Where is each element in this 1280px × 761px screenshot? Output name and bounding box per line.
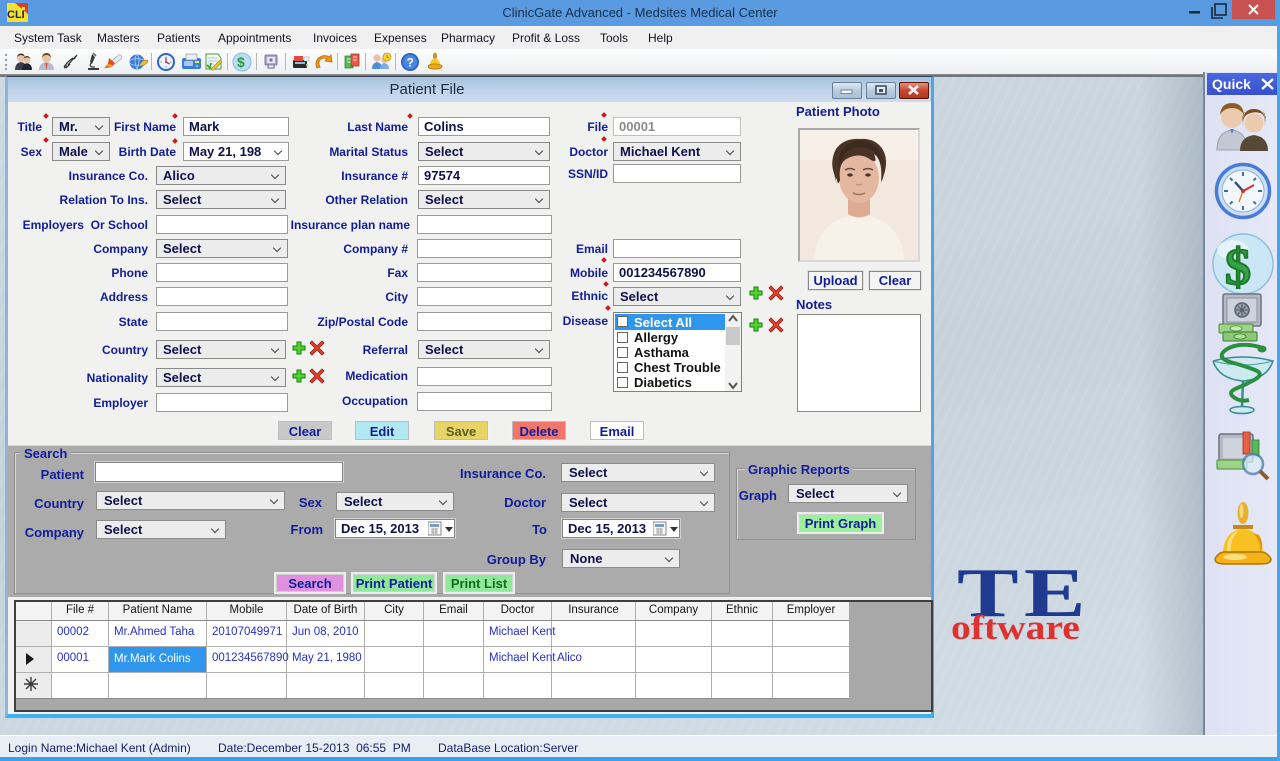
svg-text:?: ? bbox=[407, 56, 414, 70]
svg-text:$: $ bbox=[237, 54, 245, 70]
svg-text:$: $ bbox=[1225, 239, 1251, 296]
